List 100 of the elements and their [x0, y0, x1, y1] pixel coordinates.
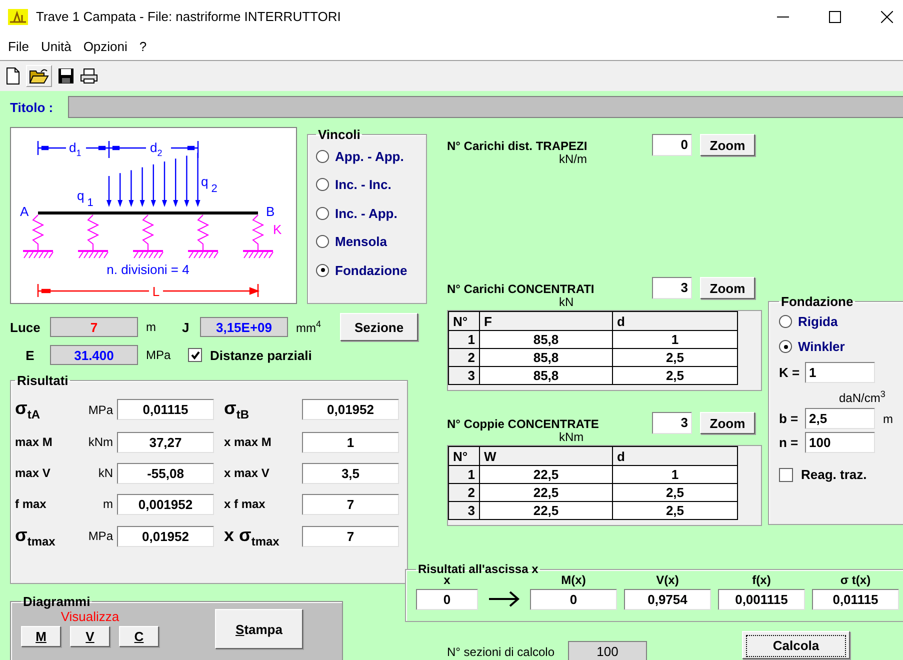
- parameter-field[interactable]: 100: [805, 432, 875, 453]
- print-button[interactable]: Stampa: [215, 609, 303, 649]
- column-label: V(x): [655, 573, 680, 587]
- table-cell[interactable]: 2,5: [612, 348, 738, 366]
- unit-label: MPa: [87, 402, 113, 417]
- table-cell[interactable]: 22,5: [480, 502, 612, 520]
- radio-button[interactable]: [316, 264, 329, 277]
- menu-item[interactable]: ?: [139, 39, 147, 54]
- calculate-button[interactable]: Calcola: [742, 631, 850, 659]
- partial-distances-checkbox[interactable]: Distanze parziali: [188, 348, 312, 362]
- maximize-icon[interactable]: [829, 10, 841, 22]
- radio-button[interactable]: [316, 206, 329, 220]
- table-cell[interactable]: 22,5: [480, 484, 612, 502]
- modulus-label: E: [24, 348, 36, 362]
- result-label: x max M: [223, 435, 272, 450]
- result-label: f max: [15, 497, 48, 512]
- result-field: -55,08: [117, 462, 214, 484]
- inertia-label: J: [182, 320, 190, 334]
- result-field: 0,01115: [117, 399, 214, 420]
- sections-field[interactable]: 100: [568, 641, 647, 660]
- table-cell[interactable]: 22,5: [480, 466, 612, 484]
- parameter-field[interactable]: 2,5: [805, 408, 875, 429]
- title-field[interactable]: [68, 96, 903, 118]
- menu-item[interactable]: File: [8, 39, 29, 54]
- unit-label: kNm: [558, 431, 585, 443]
- diagram-button[interactable]: V: [70, 626, 110, 647]
- column-header: d: [612, 446, 738, 466]
- save-icon[interactable]: [58, 68, 74, 84]
- title-label: Titolo :: [10, 100, 54, 114]
- column-label: σ t(x): [839, 573, 872, 587]
- radio-button[interactable]: [316, 150, 329, 163]
- row-number: 2: [448, 484, 480, 502]
- result-field[interactable]: 0: [416, 589, 478, 610]
- length-label: Luce: [10, 320, 42, 334]
- load-count-label: N° Carichi CONCENTRATI: [447, 282, 596, 296]
- dimension-label: d$_{1}$: [69, 140, 82, 158]
- table-cell[interactable]: 85,8: [480, 348, 612, 366]
- menu-item[interactable]: Opzioni: [83, 39, 128, 54]
- unit-label: m: [883, 412, 893, 426]
- inertia-field[interactable]: 3,15E+09: [200, 317, 288, 337]
- radio-option[interactable]: Rigida: [779, 309, 903, 334]
- result-field: 0,001952: [117, 494, 214, 515]
- unit-label: mm$^{4}$: [296, 319, 322, 335]
- result-label: x max V: [223, 466, 270, 480]
- close-icon[interactable]: [881, 10, 893, 22]
- zoom-button[interactable]: Zoom: [700, 412, 755, 434]
- unit-label: kNm: [87, 435, 113, 450]
- dimension-label: d$_{2}$: [150, 140, 162, 158]
- unit-label: m: [102, 497, 113, 512]
- tension-reaction-checkbox[interactable]: Reag. traz.: [779, 467, 903, 482]
- count-field[interactable]: 3: [652, 277, 692, 299]
- radio-button[interactable]: [316, 235, 329, 248]
- radio-button[interactable]: [779, 340, 792, 353]
- parameter-field[interactable]: 1: [805, 362, 875, 383]
- menu-item[interactable]: Unità: [40, 39, 72, 54]
- count-field[interactable]: 0: [652, 134, 692, 156]
- radio-option[interactable]: App. - App.: [316, 142, 422, 170]
- section-button[interactable]: Sezione: [340, 313, 418, 341]
- count-field[interactable]: 3: [652, 412, 692, 434]
- radio-option[interactable]: Mensola: [316, 228, 422, 256]
- checkbox[interactable]: [779, 468, 793, 482]
- result-field: 0,01952: [302, 399, 399, 420]
- row-number: 3: [448, 502, 480, 520]
- modulus-field[interactable]: 31.400: [50, 345, 138, 365]
- diagram-button[interactable]: C: [119, 626, 159, 647]
- new-file-icon[interactable]: [6, 67, 20, 85]
- table-cell[interactable]: 2,5: [612, 366, 738, 384]
- load-count-label: N° Carichi dist. TRAPEZI: [447, 139, 588, 153]
- radio-option[interactable]: Inc. - App.: [316, 199, 422, 228]
- table-cell[interactable]: 1: [612, 466, 738, 484]
- table-cell[interactable]: 85,8: [480, 366, 612, 384]
- arrow-icon: [488, 590, 520, 606]
- result-field: 7: [302, 494, 399, 515]
- open-folder-icon[interactable]: [29, 68, 49, 84]
- panel-title: Fondazione: [780, 294, 854, 309]
- printer-icon[interactable]: [80, 68, 98, 84]
- column-header: W: [480, 446, 612, 466]
- panel-title: Risultati all'ascissa x: [417, 562, 540, 576]
- column-label: f(x): [751, 573, 772, 587]
- radio-option[interactable]: Fondazione: [316, 256, 422, 284]
- diagram-button[interactable]: M: [21, 626, 61, 647]
- panel-title: Diagrammi: [22, 594, 92, 609]
- table-cell[interactable]: 2,5: [612, 484, 738, 502]
- row-number: 3: [448, 366, 480, 384]
- table-cell[interactable]: 2,5: [612, 502, 738, 520]
- panel-title: Risultati: [16, 373, 70, 388]
- radio-button[interactable]: [779, 315, 792, 328]
- radio-option[interactable]: Winkler: [779, 334, 903, 359]
- checkbox[interactable]: [188, 348, 202, 362]
- zoom-button[interactable]: Zoom: [700, 134, 755, 156]
- caption-label: Visualizza: [60, 609, 120, 624]
- zoom-button[interactable]: Zoom: [700, 277, 755, 299]
- result-label: x f max: [223, 497, 266, 512]
- result-field: 0,01952: [117, 526, 214, 547]
- unit-label: kN: [558, 296, 575, 308]
- radio-option[interactable]: Inc. - Inc.: [316, 170, 422, 199]
- radio-button[interactable]: [316, 178, 329, 192]
- table-cell[interactable]: 85,8: [480, 330, 612, 348]
- table-cell[interactable]: 1: [612, 330, 738, 348]
- window-title: Trave 1 Campata - File: nastriforme INTERRUTTORI: [36, 9, 341, 24]
